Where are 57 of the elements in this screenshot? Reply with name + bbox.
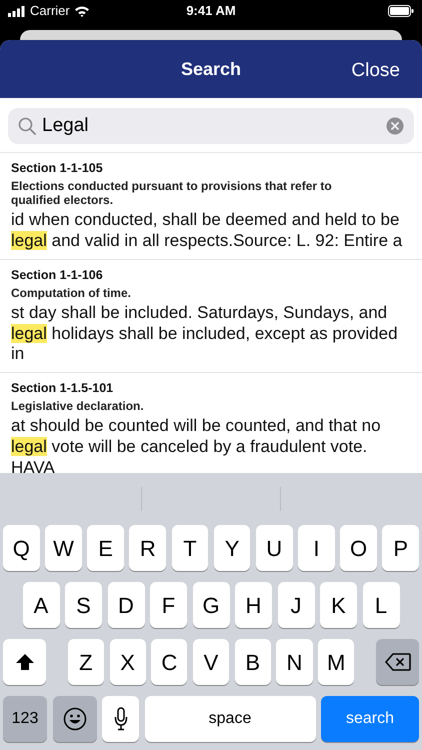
signal-icon: [8, 6, 26, 16]
keyboard-key[interactable]: O: [340, 525, 377, 571]
keyboard-key[interactable]: S: [65, 582, 102, 628]
section-heading: Computation of time.: [11, 286, 132, 300]
keyboard-key[interactable]: E: [87, 525, 124, 571]
keyboard-key[interactable]: Z: [68, 639, 104, 685]
result-snippet: id when conducted, shall be deemed and held to be legal and valid in all respects.Source: L. 92: Entire a: [11, 210, 404, 252]
numbers-key[interactable]: 123: [3, 696, 47, 742]
header-title: Search: [180, 58, 242, 80]
keyboard-key[interactable]: D: [108, 582, 144, 628]
shift-icon: [14, 653, 34, 671]
keyboard-key[interactable]: M: [318, 639, 354, 685]
keyboard-key[interactable]: U: [256, 525, 293, 571]
delete-icon: [384, 653, 410, 671]
space-key[interactable]: space: [144, 696, 316, 742]
search-text[interactable]: Legal: [42, 112, 380, 140]
keyboard-key[interactable]: K: [320, 582, 357, 628]
dictation-key[interactable]: [102, 696, 139, 742]
keyboard-key[interactable]: H: [235, 582, 272, 628]
search-icon: [18, 117, 36, 135]
keyboard-key[interactable]: V: [192, 639, 230, 685]
keyboard-key[interactable]: C: [151, 639, 188, 685]
section-heading: Legislative declaration.: [11, 398, 145, 414]
section-heading: Elections conducted pursuant to provisions that refer to qualified electors.: [11, 178, 333, 208]
keyboard-key[interactable]: T: [172, 525, 208, 571]
delete-key[interactable]: [376, 639, 420, 685]
emoji-key[interactable]: [52, 696, 96, 742]
shift-key[interactable]: [2, 639, 46, 685]
keyboard-key[interactable]: W: [45, 525, 82, 571]
keyboard-key[interactable]: N: [276, 639, 313, 685]
keyboard-key[interactable]: B: [234, 639, 271, 685]
result-snippet: st day shall be included. Saturdays, Sundays, and legal holidays shall be included, except as provided in: [11, 302, 399, 366]
keyboard-key[interactable]: I: [298, 525, 335, 571]
keyboard-key[interactable]: P: [382, 525, 420, 571]
section-number: Section 1-1.5-101: [11, 381, 114, 397]
keyboard-key[interactable]: A: [22, 582, 60, 628]
keyboard-key[interactable]: F: [150, 582, 187, 628]
keyboard-key[interactable]: X: [110, 639, 146, 685]
keyboard-key[interactable]: J: [278, 582, 314, 628]
search-key[interactable]: search: [321, 696, 419, 742]
keyboard-key[interactable]: R: [129, 525, 166, 571]
clear-icon[interactable]: [386, 117, 404, 135]
keyboard-key[interactable]: L: [362, 582, 400, 628]
carrier-name: Carrier: [30, 2, 70, 20]
keyboard-key[interactable]: G: [192, 582, 230, 628]
wifi-icon: [74, 5, 90, 17]
search-field[interactable]: Legal: [8, 108, 414, 144]
emoji-icon: [62, 707, 86, 731]
result-snippet: at should be counted will be counted, and that no legal vote will be canceled by a fraudulent vote. HAVA: [11, 416, 382, 473]
section-number: Section 1-1-105: [11, 161, 104, 177]
close-button[interactable]: Close: [351, 57, 400, 86]
battery-icon: [388, 5, 414, 17]
status-time: 9:41 AM: [185, 2, 237, 20]
microphone-icon: [114, 707, 128, 731]
keyboard-key[interactable]: Y: [214, 525, 250, 571]
keyboard-key[interactable]: Q: [2, 525, 40, 571]
section-number: Section 1-1-106: [11, 268, 104, 284]
